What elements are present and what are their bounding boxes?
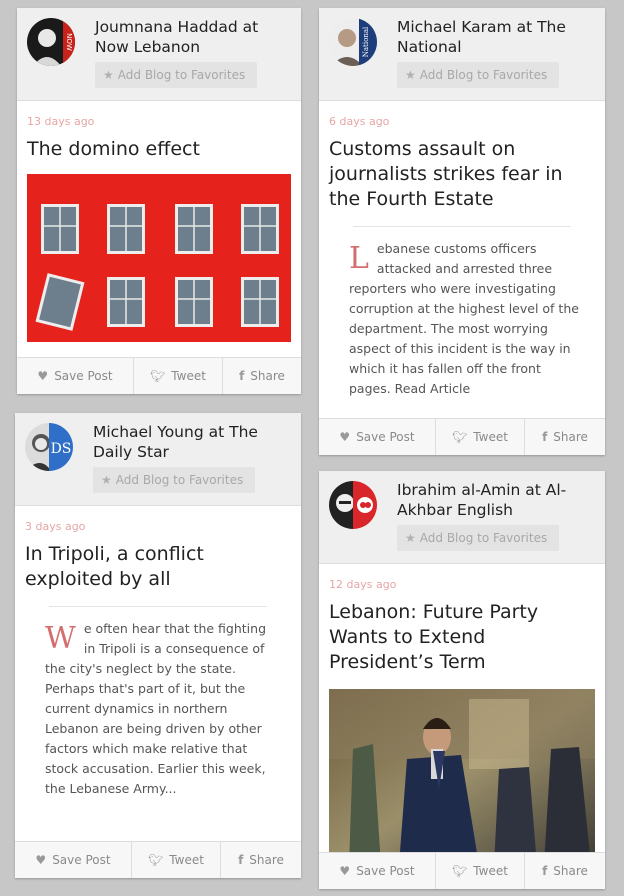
post-image[interactable] [329,689,595,865]
author-name[interactable]: Ibrahim al-Amin at Al-Akhbar English [397,480,595,520]
blog-card: National Michael Karam at The National ★… [319,8,605,455]
twitter-bird-icon: 🐦︎ [150,369,166,383]
drop-cap: W [45,621,76,656]
post-image[interactable] [27,174,291,342]
card-footer: ♥ Save Post 🐦︎ Tweet f Share [319,852,605,889]
save-post-button[interactable]: ♥ Save Post [319,419,436,455]
add-to-favorites-button[interactable]: ★ Add Blog to Favorites [397,62,559,88]
post-time: 3 days ago [25,520,86,533]
avatar-badge-text: DS [51,441,72,457]
post-title[interactable]: Lebanon: Future Party Wants to Extend Pr… [329,600,595,675]
share-button[interactable]: f Share [525,419,605,455]
card-header: National Michael Karam at The National ★… [319,8,605,101]
add-to-favorites-button[interactable]: ★ Add Blog to Favorites [397,525,559,551]
heart-icon: ♥ [339,864,351,878]
divider [353,226,571,227]
heart-icon: ♥ [37,369,49,383]
post-time: 6 days ago [329,115,390,128]
author-name[interactable]: Michael Young at The Daily Star [93,422,291,462]
save-post-button[interactable]: ♥ Save Post [17,358,134,394]
card-footer: ♥ Save Post 🐦︎ Tweet f Share [15,841,301,878]
facebook-icon: f [238,853,244,867]
post-excerpt: We often hear that the fighting in Tripo… [45,621,267,796]
card-header: Ibrahim al-Amin at Al-Akhbar English ★ Ad… [319,471,605,564]
card-header: DS Michael Young at The Daily Star ★ Add … [15,413,301,506]
blog-card: DS Michael Young at The Daily Star ★ Add … [15,413,301,878]
facebook-icon: f [239,369,245,383]
author-avatar[interactable]: DS [25,423,73,471]
tweet-button[interactable]: 🐦︎ Tweet [436,853,525,889]
star-icon: ★ [405,531,416,545]
card-header: NOW Joumnana Haddad at Now Lebanon ★ Add … [17,8,301,101]
card-footer: ♥ Save Post 🐦︎ Tweet f Share [17,357,301,394]
author-avatar[interactable] [329,481,377,529]
heart-icon: ♥ [339,430,351,444]
author-name[interactable]: Joumnana Haddad at Now Lebanon [95,17,291,57]
post-time: 13 days ago [27,115,95,128]
tweet-button[interactable]: 🐦︎ Tweet [134,358,223,394]
star-icon: ★ [405,68,416,82]
blog-card: Ibrahim al-Amin at Al-Akhbar English ★ Ad… [319,471,605,889]
post-title[interactable]: In Tripoli, a conflict exploited by all [25,542,291,592]
author-name[interactable]: Michael Karam at The National [397,17,595,57]
avatar-badge-text: NOW [65,33,73,51]
author-avatar[interactable]: NOW [27,18,75,66]
post-time: 12 days ago [329,578,397,591]
drop-cap: L [349,241,369,276]
save-post-button[interactable]: ♥ Save Post [319,853,436,889]
post-excerpt: Lebanese customs officers attacked and a… [349,241,579,396]
add-to-favorites-button[interactable]: ★ Add Blog to Favorites [93,467,255,493]
share-button[interactable]: f Share [223,358,301,394]
share-button[interactable]: f Share [525,853,605,889]
twitter-bird-icon: 🐦︎ [452,430,468,444]
twitter-bird-icon: 🐦︎ [452,864,468,878]
star-icon: ★ [103,68,114,82]
blog-card: NOW Joumnana Haddad at Now Lebanon ★ Add … [17,8,301,394]
facebook-icon: f [542,430,548,444]
twitter-bird-icon: 🐦︎ [148,853,164,867]
tweet-button[interactable]: 🐦︎ Tweet [132,842,221,878]
save-post-button[interactable]: ♥ Save Post [15,842,132,878]
tweet-button[interactable]: 🐦︎ Tweet [436,419,525,455]
divider [49,606,267,607]
avatar-badge-text: National [362,26,370,57]
star-icon: ★ [101,473,112,487]
post-title[interactable]: The domino effect [27,137,291,162]
share-button[interactable]: f Share [221,842,301,878]
card-footer: ♥ Save Post 🐦︎ Tweet f Share [319,418,605,455]
heart-icon: ♥ [35,853,47,867]
facebook-icon: f [542,864,548,878]
author-avatar[interactable]: National [329,18,377,66]
post-title[interactable]: Customs assault on journalists strikes f… [329,137,595,212]
add-to-favorites-button[interactable]: ★ Add Blog to Favorites [95,62,257,88]
